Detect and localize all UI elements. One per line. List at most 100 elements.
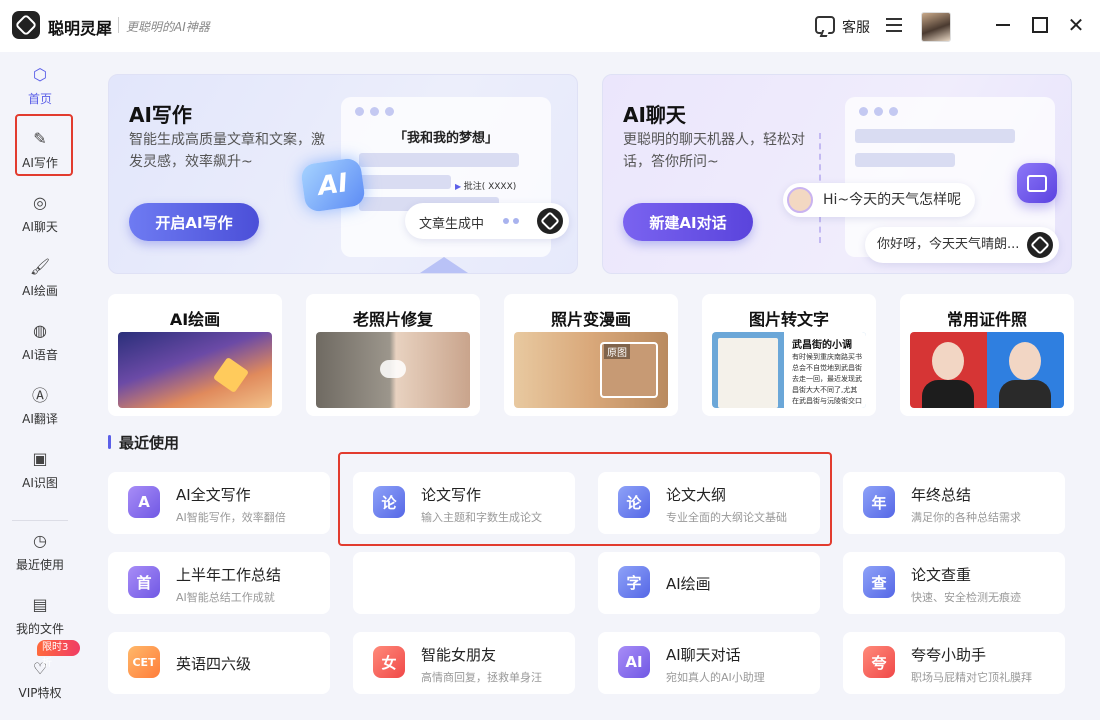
ocr-result-paper: 武昌街的小调 有时候到重庆南路买书总会不自觉地到武昌街去走一回，最近发现武昌街大… <box>784 332 866 408</box>
mockup-note: 批注( XXXX) <box>455 179 517 192</box>
sidebar-item-home[interactable]: ⬡ 首页 <box>0 58 80 118</box>
sidebar-item-label: AI聊天 <box>22 220 58 234</box>
tool-card-full-text-writing[interactable]: A AI全文写作 AI智能写作，效率翻倍 <box>108 472 330 534</box>
tool-card-plagiarism-check[interactable]: 查 论文查重 快速、安全检测无痕迹 <box>843 552 1065 614</box>
sidebar-item-ai-translate[interactable]: Ⓐ AI翻译 <box>0 378 80 438</box>
banner-title: AI写作 <box>129 103 192 127</box>
tool-description: 快速、安全检测无痕迹 <box>911 591 1021 604</box>
feature-ai-painting[interactable]: AI绘画 <box>108 294 282 416</box>
comic-thumbnail: 原图 <box>514 332 668 408</box>
user-bubble-text: Hi~今天的天气怎样呢 <box>823 192 962 208</box>
sidebar-item-label: AI语音 <box>22 348 58 362</box>
user-chat-bubble: Hi~今天的天气怎样呢 <box>783 183 976 217</box>
start-ai-writing-button[interactable]: 开启AI写作 <box>129 203 259 241</box>
tool-description: AI智能总结工作成就 <box>176 591 275 604</box>
user-avatar[interactable] <box>921 12 951 42</box>
sidebar-item-ai-chat[interactable]: ◎ AI聊天 <box>0 186 80 246</box>
customer-service-label[interactable]: 客服 <box>842 17 870 37</box>
ai-girlfriend-icon: 女 <box>373 646 405 678</box>
original-photo-inset: 原图 <box>600 342 658 398</box>
original-tag: 原图 <box>604 344 630 359</box>
banner-description: 智能生成高质量文章和文案，激发灵感，效率飙升~ <box>129 132 325 170</box>
tool-card-ai-girlfriend[interactable]: 女 智能女朋友 高情商回复，拯救单身汪 <box>353 632 575 694</box>
menu-icon[interactable] <box>886 18 902 32</box>
feature-title: 图片转文字 <box>748 310 829 329</box>
user-bubble-avatar <box>787 187 813 213</box>
tool-card-empty <box>353 552 575 614</box>
sidebar-item-ai-image-recognize[interactable]: ▣ AI识图 <box>0 442 80 502</box>
brush-icon: 🖌 <box>29 256 51 276</box>
praise-assistant-icon: 夸 <box>863 646 895 678</box>
sidebar-divider <box>12 520 68 521</box>
sidebar-item-ai-voice[interactable]: ◍ AI语音 <box>0 314 80 374</box>
tool-card-praise-assistant[interactable]: 夸 夸夸小助手 职场马屁精对它顶礼膜拜 <box>843 632 1065 694</box>
tool-card-cet[interactable]: CET 英语四六级 <box>108 632 330 694</box>
cet-icon: CET <box>128 646 160 678</box>
ai-writing-highlight-box <box>15 114 73 176</box>
home-icon: ⬡ <box>33 64 47 84</box>
sidebar-item-label: AI绘画 <box>22 284 58 298</box>
ai-chat-banner[interactable]: AI聊天 更聪明的聊天机器人，轻松对话，答你所问~ 新建AI对话 Hi~今天的天… <box>602 74 1072 274</box>
feature-title: 照片变漫画 <box>550 310 631 329</box>
minimize-button[interactable] <box>992 14 1014 36</box>
maximize-button[interactable] <box>1029 14 1051 36</box>
new-ai-chat-button[interactable]: 新建AI对话 <box>623 203 753 241</box>
old-photo-thumbnail <box>316 332 470 408</box>
tool-description: AI智能写作，效率翻倍 <box>176 511 286 524</box>
sidebar-item-vip[interactable]: ♡ VIP特权 <box>0 652 80 712</box>
thesis-tools-highlight-box <box>338 452 832 546</box>
decor-wedge <box>414 257 474 273</box>
app-logo-icon <box>12 11 40 39</box>
bot-chat-bubble: 你好呀，今天天气晴朗... <box>865 227 1060 263</box>
title-divider <box>118 17 119 33</box>
chat-icon: ◎ <box>33 192 47 212</box>
full-text-writing-icon: A <box>128 486 160 518</box>
ocr-result-text: 有时候到重庆南路买书总会不自觉地到武昌街去走一回，最近发现武昌街大大不同了,尤其… <box>792 353 862 405</box>
sidebar: ⬡ 首页 ✎ AI写作 ◎ AI聊天 🖌 AI绘画 ◍ AI语音 Ⓐ AI翻译 … <box>0 52 80 720</box>
section-accent-bar <box>108 435 111 449</box>
feature-title: 老照片修复 <box>352 310 433 329</box>
ai-chat-tool-icon: AI <box>618 646 650 678</box>
tool-name: 上半年工作总结 <box>176 566 282 584</box>
ocr-thumbnail: 武昌街的小调 有时候到重庆南路买书总会不自觉地到武昌街去走一回，最近发现武昌街大… <box>712 332 866 408</box>
half-year-summary-icon: 首 <box>128 566 160 598</box>
mockup-title: 「我和我的梦想」 <box>393 131 498 146</box>
app-mini-logo-icon <box>537 208 563 234</box>
tool-description: 高情商回复，拯救单身汪 <box>421 671 542 684</box>
title-bar: 聪明灵犀 更聪明的AI神器 客服 ✕ <box>0 0 1100 52</box>
sidebar-item-recent[interactable]: ◷ 最近使用 <box>0 524 80 584</box>
tool-description: 满足你的各种总结需求 <box>911 511 1021 524</box>
feature-old-photo-restore[interactable]: 老照片修复 <box>306 294 480 416</box>
sidebar-item-label: 首页 <box>27 92 52 106</box>
feature-photo-to-comic[interactable]: 照片变漫画 原图 <box>504 294 678 416</box>
tool-card-year-end-summary[interactable]: 年 年终总结 满足你的各种总结需求 <box>843 472 1065 534</box>
ocr-result-title: 武昌街的小调 <box>792 340 852 351</box>
app-mini-logo-icon <box>1027 232 1054 258</box>
tool-name: 论文查重 <box>911 566 972 584</box>
sidebar-item-ai-painting[interactable]: 🖌 AI绘画 <box>0 250 80 310</box>
ocr-book-image <box>718 338 778 408</box>
feature-title: AI绘画 <box>169 310 221 329</box>
tool-card-ai-painting[interactable]: 字 AI绘画 <box>598 552 820 614</box>
feature-image-to-text[interactable]: 图片转文字 武昌街的小调 有时候到重庆南路买书总会不自觉地到武昌街去走一回，最近… <box>702 294 876 416</box>
tool-name: 年终总结 <box>911 486 972 504</box>
translate-icon: Ⓐ <box>31 386 48 405</box>
sidebar-item-label: VIP特权 <box>18 686 62 700</box>
customer-service-icon[interactable] <box>815 16 835 34</box>
bot-bubble-text: 你好呀，今天天气晴朗... <box>877 237 1020 252</box>
year-end-summary-icon: 年 <box>863 486 895 518</box>
ai-writing-banner[interactable]: AI写作 智能生成高质量文章和文案，激发灵感，效率飙升~ 开启AI写作 「我和我… <box>108 74 578 274</box>
sidebar-item-label: AI翻译 <box>22 412 58 426</box>
sidebar-item-label: AI识图 <box>22 476 58 490</box>
tool-card-ai-chat[interactable]: AI AI聊天对话 宛如真人的AI小助理 <box>598 632 820 694</box>
tool-description: 宛如真人的AI小助理 <box>666 671 765 684</box>
tool-name: AI绘画 <box>666 575 711 593</box>
tool-card-half-year-summary[interactable]: 首 上半年工作总结 AI智能总结工作成就 <box>108 552 330 614</box>
close-button[interactable]: ✕ <box>1065 13 1087 37</box>
sidebar-item-my-files[interactable]: ▤ 我的文件 <box>0 588 80 648</box>
voice-icon: ◍ <box>33 320 47 340</box>
feature-id-photo[interactable]: 常用证件照 <box>900 294 1074 416</box>
ai-badge-icon: AI <box>299 157 367 213</box>
plagiarism-check-icon: 查 <box>863 566 895 598</box>
generating-status-pill: 文章生成中 <box>405 203 569 239</box>
